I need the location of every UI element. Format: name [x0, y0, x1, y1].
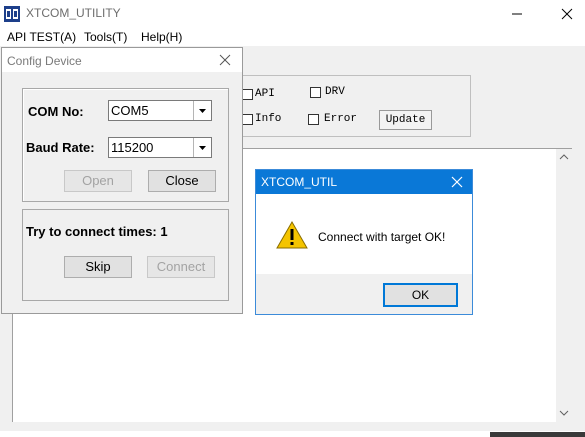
scroll-up-icon[interactable] — [559, 153, 569, 161]
error-checkbox[interactable] — [308, 114, 319, 125]
app-title: XTCOM_UTILITY — [26, 6, 121, 20]
info-checkbox[interactable] — [242, 114, 253, 125]
info-checkbox-label: Info — [255, 113, 282, 125]
com-port-value: COM5 — [111, 103, 149, 118]
skip-button[interactable]: Skip — [64, 256, 132, 278]
chevron-down-icon — [199, 146, 206, 150]
message-box-title: XTCOM_UTIL — [261, 175, 338, 189]
baud-rate-value: 115200 — [111, 140, 154, 155]
menu-tools[interactable]: Tools(T) — [84, 30, 127, 44]
title-bar[interactable]: XTCOM_UTILITY — [0, 0, 585, 28]
config-dialog-title-bar[interactable]: Config Device — [2, 48, 242, 72]
com-no-label: COM No: — [28, 104, 84, 119]
connect-times-text: Try to connect times: 1 — [26, 224, 168, 239]
baud-rate-label: Baud Rate: — [26, 140, 95, 155]
drv-checkbox-label: DRV — [325, 86, 345, 98]
warning-icon — [276, 221, 308, 249]
window-close-icon[interactable] — [554, 4, 580, 24]
status-segment — [490, 432, 585, 437]
menu-api-test[interactable]: API TEST(A) — [7, 30, 76, 44]
ok-button[interactable]: OK — [383, 283, 458, 307]
config-dialog-close-icon[interactable] — [218, 53, 232, 67]
api-checkbox-label: API — [255, 88, 275, 100]
chevron-down-icon — [199, 109, 206, 113]
update-button[interactable]: Update — [379, 110, 432, 130]
scroll-down-icon[interactable] — [559, 409, 569, 417]
config-dialog-title: Config Device — [7, 54, 82, 68]
baud-rate-select[interactable]: 115200 — [108, 137, 212, 158]
open-button[interactable]: Open — [64, 170, 132, 192]
message-text: Connect with target OK! — [318, 230, 446, 244]
minimize-icon[interactable] — [504, 4, 530, 24]
com-port-select[interactable]: COM5 — [108, 100, 212, 121]
close-port-button[interactable]: Close — [148, 170, 216, 192]
error-checkbox-label: Error — [324, 113, 358, 125]
log-scrollbar[interactable] — [556, 149, 572, 422]
message-box-close-icon[interactable] — [450, 175, 464, 189]
drv-checkbox[interactable] — [310, 87, 321, 98]
log-options-group — [232, 75, 471, 137]
message-box-title-bar[interactable]: XTCOM_UTIL — [256, 170, 472, 194]
message-box-dialog: XTCOM_UTIL Connect with target OK! OK — [255, 169, 473, 315]
api-checkbox[interactable] — [242, 89, 253, 100]
baud-rate-dropdown[interactable] — [193, 138, 211, 157]
menu-bar: API TEST(A) Tools(T) Help(H) — [0, 28, 585, 46]
connect-button[interactable]: Connect — [147, 256, 215, 278]
connect-status-group — [22, 209, 229, 301]
com-port-dropdown[interactable] — [193, 101, 211, 120]
menu-help[interactable]: Help(H) — [141, 30, 182, 44]
config-device-dialog: Config Device COM No: COM5 Baud Rate: 11… — [1, 47, 243, 314]
app-logo-icon — [4, 6, 20, 22]
